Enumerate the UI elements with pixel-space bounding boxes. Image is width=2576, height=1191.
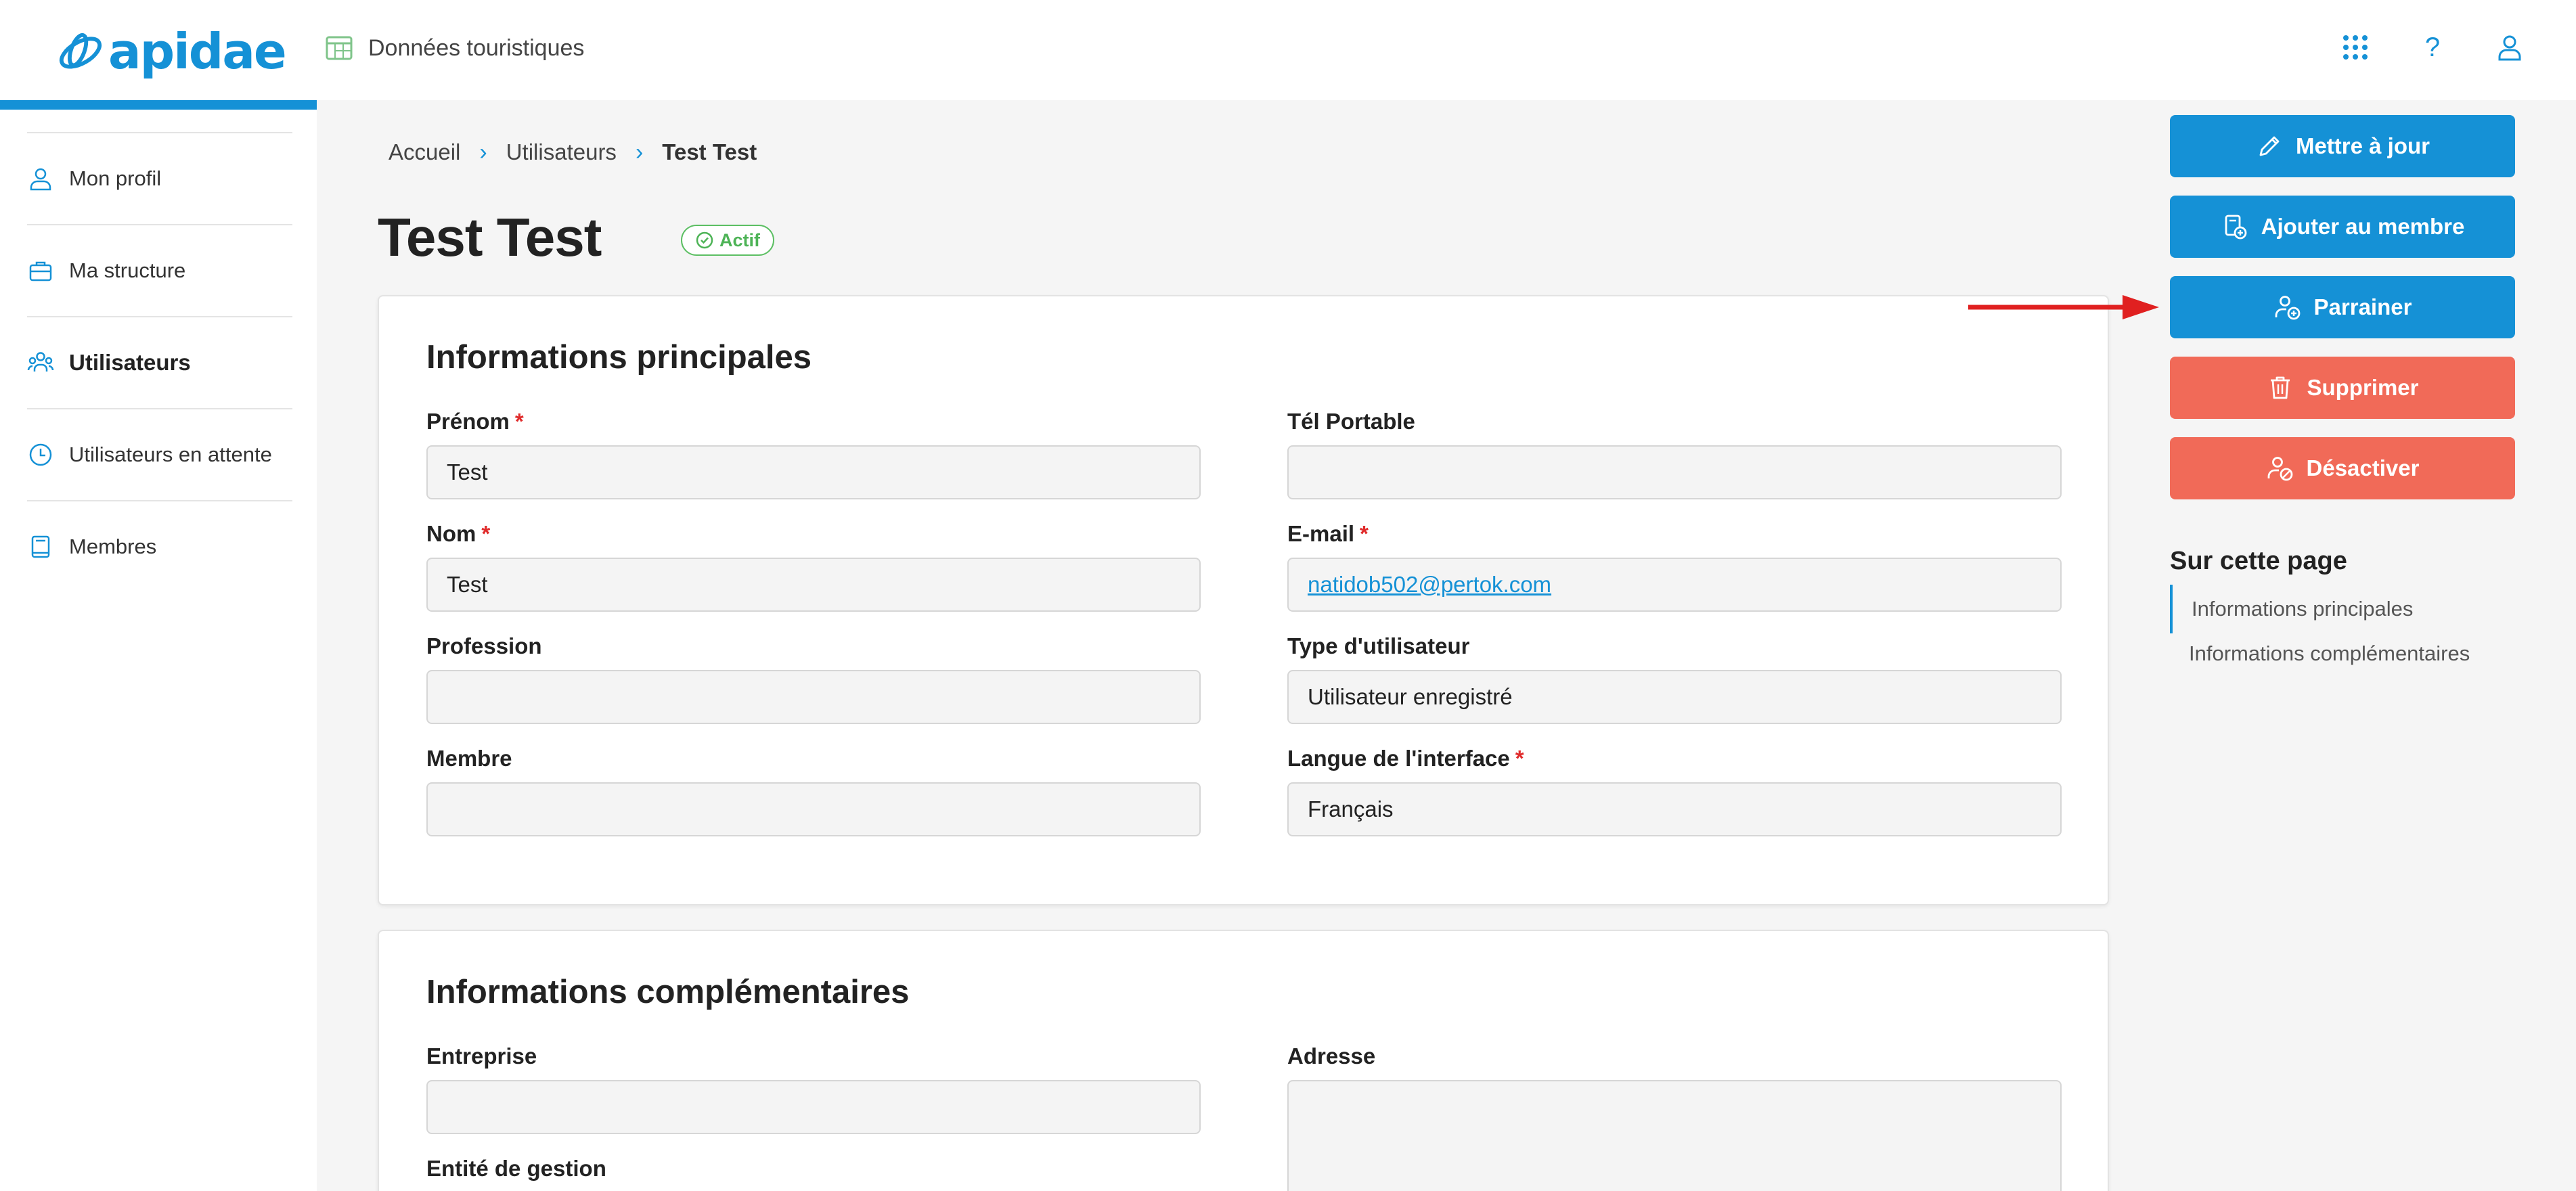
sidebar-item-label: Membres [69,535,157,558]
profession-label: Profession [426,633,542,658]
tel-label: Tél Portable [1287,409,1415,434]
prenom-label: Prénom * [426,409,524,434]
user-icon [2498,35,2521,61]
help-icon: ? [2424,32,2441,62]
breadcrumb-accueil[interactable]: Accueil [388,139,460,165]
sidebar-item-ma-structure[interactable]: Ma structure [27,224,292,316]
language-label: Langue de l'interface * [1287,746,1524,771]
help-button[interactable]: ? [2414,28,2451,66]
email-label-text: E-mail [1287,521,1355,546]
sponsor-button[interactable]: Parrainer [2170,276,2515,338]
breadcrumb: Accueil › Utilisateurs › Test Test [388,135,757,169]
deactivate-button[interactable]: Désactiver [2170,437,2515,499]
toc-item-main-info[interactable]: Informations principales [2170,585,2413,633]
membre-label: Membre [426,746,512,771]
tel-input[interactable] [1287,445,2062,499]
sidebar-accent-bar [0,100,317,110]
user-add-icon [2275,296,2300,320]
sidebar-item-mon-profil[interactable]: Mon profil [27,132,292,224]
annotation-arrow-icon [1968,295,2159,319]
section-title-main: Informations principales [426,339,812,376]
required-marker: * [1515,746,1524,771]
sidebar: Mon profil Ma structure Utilisateurs Uti… [0,110,317,1191]
grid-table-icon [326,36,353,60]
apps-grid-icon [2343,35,2368,60]
user-block-icon [2267,457,2292,481]
document-add-icon [2225,215,2247,240]
membre-input[interactable] [426,782,1201,836]
toc-item-extra-info[interactable]: Informations complémentaires [2170,639,2495,669]
sidebar-item-utilisateurs[interactable]: Utilisateurs [27,316,292,408]
sponsor-button-label: Parrainer [2313,294,2412,319]
status-badge-label: Actif [719,229,760,250]
apidae-logo-icon [59,32,102,69]
sidebar-item-utilisateurs-en-attente[interactable]: Utilisateurs en attente [27,408,292,500]
update-button-label: Mettre à jour [2295,133,2430,158]
profession-input[interactable] [426,670,1201,724]
email-field[interactable]: natidob502@pertok.com [1287,558,2062,612]
main-info-card: Informations principales Prénom * Test Té… [378,295,2109,905]
user-icon [30,168,51,191]
extra-info-card: Informations complémentaires Entreprise … [378,930,2109,1191]
book-icon [31,535,50,558]
adresse-textarea[interactable] [1287,1080,2062,1191]
nom-input[interactable]: Test [426,558,1201,612]
update-button[interactable]: Mettre à jour [2170,115,2515,177]
sidebar-item-label: Utilisateurs en attente [69,443,272,466]
check-circle-icon [696,231,713,249]
clock-icon [29,443,52,466]
top-bar: apidae Données touristiques ? [0,0,2576,100]
email-label: E-mail * [1287,521,1369,547]
entreprise-input[interactable] [426,1080,1201,1134]
user-type-input[interactable]: Utilisateur enregistré [1287,670,2062,724]
users-icon [27,352,54,372]
status-badge: Actif [681,225,774,256]
prenom-input[interactable]: Test [426,445,1201,499]
user-type-label: Type d'utilisateur [1287,633,1470,658]
section-title-extra: Informations complémentaires [426,974,910,1010]
nom-label: Nom * [426,521,490,547]
logo-text: apidae [108,23,287,80]
delete-button-label: Supprimer [2307,375,2419,400]
apps-menu-button[interactable] [2336,28,2374,66]
breadcrumb-utilisateurs[interactable]: Utilisateurs [506,139,617,165]
adresse-label: Adresse [1287,1043,1376,1069]
sidebar-item-label: Mon profil [69,166,162,190]
pencil-icon [2259,136,2280,156]
deactivate-button-label: Désactiver [2306,455,2420,480]
trash-icon [2271,376,2290,399]
sidebar-item-label: Ma structure [69,259,186,282]
toc-title: Sur cette page [2170,547,2347,575]
chevron-right-icon: › [479,139,487,165]
chevron-right-icon: › [635,139,644,165]
required-marker: * [481,521,491,546]
app-switch[interactable]: Données touristiques [325,31,584,65]
add-to-member-button[interactable]: Ajouter au membre [2170,196,2515,258]
entite-label: Entité de gestion [426,1156,606,1181]
apidae-logo[interactable]: apidae [54,23,287,80]
sidebar-item-membres[interactable]: Membres [27,500,292,592]
account-button[interactable] [2491,28,2529,66]
language-label-text: Langue de l'interface [1287,746,1510,771]
briefcase-icon [29,261,52,282]
top-icons: ? [2336,27,2529,68]
language-select[interactable]: Français [1287,782,2062,836]
required-marker: * [514,409,524,434]
nom-label-text: Nom [426,521,476,546]
app-switch-label: Données touristiques [368,35,585,61]
delete-button[interactable]: Supprimer [2170,357,2515,419]
page-title: Test Test [378,207,602,267]
add-to-member-button-label: Ajouter au membre [2261,214,2465,239]
sidebar-item-label: Utilisateurs [69,350,191,375]
entreprise-label: Entreprise [426,1043,537,1069]
prenom-label-text: Prénom [426,409,510,434]
required-marker: * [1360,521,1369,546]
breadcrumb-current: Test Test [662,139,757,164]
